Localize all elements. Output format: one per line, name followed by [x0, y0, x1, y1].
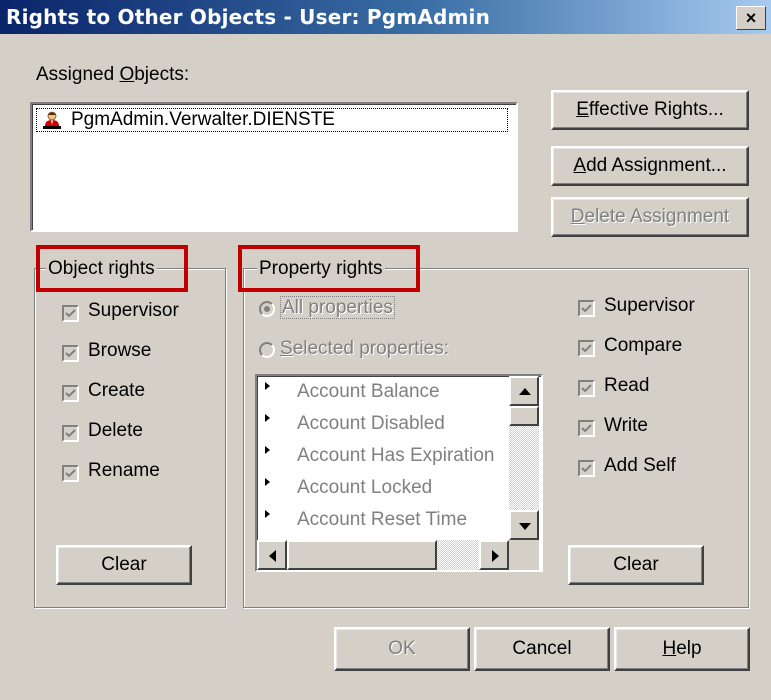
- checkmark-icon: [65, 309, 76, 318]
- checkmark-icon: [65, 429, 76, 438]
- object-right-checkbox[interactable]: [62, 425, 79, 442]
- checkmark-icon: [65, 469, 76, 478]
- effective-rights-button[interactable]: Effective Rights...: [551, 90, 749, 130]
- checkmark-icon: [581, 384, 592, 393]
- property-right-checkbox[interactable]: [578, 460, 595, 477]
- object-right-label: Create: [88, 380, 146, 401]
- highlight-box-object-rights: [36, 245, 188, 292]
- selected-properties-radio[interactable]: [259, 342, 275, 358]
- object-right-checkbox[interactable]: [62, 305, 79, 322]
- scroll-left-button[interactable]: [257, 540, 287, 570]
- bullet-icon: [265, 510, 270, 518]
- object-right-checkbox[interactable]: [62, 345, 79, 362]
- scroll-down-button[interactable]: [509, 510, 539, 540]
- property-right-checkbox[interactable]: [578, 340, 595, 357]
- highlight-box-property-rights: [238, 245, 420, 292]
- property-right-checkbox[interactable]: [578, 300, 595, 317]
- list-item[interactable]: PgmAdmin.Verwalter.DIENSTE: [36, 108, 508, 132]
- object-right-label: Delete: [88, 420, 143, 441]
- radio-selected-dot: [264, 306, 270, 312]
- property-rights-clear-button[interactable]: Clear: [568, 545, 704, 585]
- arrow-down-icon: [519, 523, 531, 530]
- property-right-label: Add Self: [604, 455, 676, 476]
- object-right-checkbox[interactable]: [62, 465, 79, 482]
- bullet-icon: [265, 446, 270, 454]
- bullet-icon: [265, 414, 270, 422]
- property-list-item[interactable]: Account Locked: [297, 477, 507, 499]
- add-assignment-button[interactable]: Add Assignment...: [551, 146, 749, 186]
- checkmark-icon: [581, 464, 592, 473]
- property-right-checkbox[interactable]: [578, 380, 595, 397]
- object-right-label: Supervisor: [88, 300, 179, 321]
- property-right-label: Supervisor: [604, 295, 695, 316]
- scroll-thumb[interactable]: [509, 406, 539, 426]
- property-right-label: Read: [604, 375, 650, 396]
- assigned-objects-list[interactable]: PgmAdmin.Verwalter.DIENSTE: [30, 102, 518, 232]
- help-button[interactable]: Help: [614, 627, 750, 671]
- all-properties-radio[interactable]: [259, 301, 275, 317]
- checkmark-icon: [581, 304, 592, 313]
- selected-properties-label: Selected properties:: [280, 338, 450, 359]
- arrow-left-icon: [269, 550, 276, 562]
- checkmark-icon: [581, 424, 592, 433]
- object-rights-clear-button[interactable]: Clear: [56, 545, 192, 585]
- all-properties-label: All properties: [280, 296, 395, 319]
- object-right-checkbox[interactable]: [62, 385, 79, 402]
- object-right-label: Rename: [88, 460, 160, 481]
- property-right-label: Write: [604, 415, 648, 436]
- property-list-item[interactable]: Account Disabled: [297, 413, 507, 435]
- horizontal-scroll-thumb[interactable]: [287, 540, 437, 570]
- assigned-objects-label: Assigned Objects:: [36, 64, 190, 85]
- scroll-up-button[interactable]: [509, 376, 539, 406]
- scrollbar-corner: [509, 540, 539, 570]
- checkmark-icon: [65, 349, 76, 358]
- close-button[interactable]: ×: [736, 6, 766, 30]
- property-list-item[interactable]: Account Balance: [297, 381, 507, 403]
- cancel-button[interactable]: Cancel: [474, 627, 610, 671]
- arrow-up-icon: [519, 388, 531, 395]
- bullet-icon: [265, 382, 270, 390]
- bullet-icon: [265, 478, 270, 486]
- horizontal-scrollbar[interactable]: [257, 540, 509, 570]
- window-title: Rights to Other Objects - User: PgmAdmin: [6, 5, 491, 29]
- property-list-item[interactable]: Account Has Expiration: [297, 445, 507, 467]
- ok-button[interactable]: OK: [334, 627, 470, 671]
- assigned-object-name: PgmAdmin.Verwalter.DIENSTE: [71, 109, 335, 130]
- user-icon: [42, 110, 62, 130]
- delete-assignment-button[interactable]: Delete Assignment: [551, 197, 749, 237]
- close-icon: ×: [745, 8, 757, 28]
- property-list-item[interactable]: Account Reset Time: [297, 509, 507, 531]
- object-right-label: Browse: [88, 340, 152, 361]
- scroll-right-button[interactable]: [479, 540, 509, 570]
- arrow-right-icon: [492, 550, 499, 562]
- properties-list[interactable]: Account Balance Account Disabled Account H…: [255, 374, 543, 572]
- vertical-scrollbar[interactable]: [509, 376, 539, 540]
- checkmark-icon: [65, 389, 76, 398]
- checkmark-icon: [581, 344, 592, 353]
- property-right-checkbox[interactable]: [578, 420, 595, 437]
- property-right-label: Compare: [604, 335, 683, 356]
